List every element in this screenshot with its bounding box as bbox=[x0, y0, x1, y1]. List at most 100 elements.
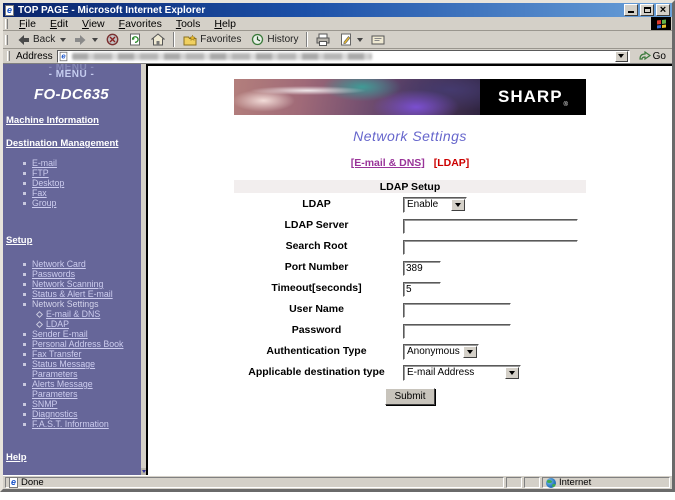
destination-list: E-mail FTP Desktop Fax Group bbox=[6, 158, 137, 208]
applicable-destination-type-value: E-mail Address bbox=[404, 367, 505, 378]
favorites-button[interactable]: Favorites bbox=[178, 32, 246, 48]
status-pane-empty bbox=[506, 477, 522, 488]
favorites-folder-icon bbox=[183, 34, 197, 46]
address-label: Address bbox=[16, 51, 53, 62]
ldap-server-label: LDAP Server bbox=[234, 214, 399, 235]
menubar-grip[interactable] bbox=[5, 19, 8, 29]
close-button[interactable] bbox=[656, 4, 670, 16]
back-button[interactable]: Back bbox=[12, 32, 60, 48]
restore-icon bbox=[644, 7, 651, 13]
timeout-input[interactable] bbox=[403, 282, 441, 297]
refresh-button[interactable] bbox=[124, 32, 146, 48]
menu-tools[interactable]: Tools bbox=[169, 18, 208, 30]
ldap-enable-value: Enable bbox=[404, 199, 451, 210]
menu-help[interactable]: Help bbox=[207, 18, 243, 30]
sharp-banner: SHARP ® bbox=[234, 79, 586, 115]
user-name-input[interactable] bbox=[403, 303, 511, 318]
ldap-setup-section: LDAP Setup LDAP Enable bbox=[234, 180, 586, 405]
home-button[interactable] bbox=[146, 32, 170, 48]
history-button[interactable]: History bbox=[246, 32, 303, 48]
forward-dropdown-icon[interactable] bbox=[92, 38, 98, 42]
sidebar-item-status-alert-email[interactable]: Status & Alert E-mail bbox=[6, 289, 137, 299]
history-clock-icon bbox=[251, 33, 264, 46]
content-area: - MENU - FO-DC635 Machine Information De… bbox=[3, 64, 672, 475]
toolbar: Back Favorites History bbox=[3, 31, 672, 49]
forward-button[interactable] bbox=[69, 32, 92, 48]
select-arrow-button[interactable] bbox=[505, 367, 519, 379]
edit-button[interactable] bbox=[335, 32, 357, 48]
submit-button[interactable]: Submit bbox=[385, 388, 435, 405]
sidebar-item-desktop[interactable]: Desktop bbox=[6, 178, 137, 188]
sidebar-item-email[interactable]: E-mail bbox=[6, 158, 137, 168]
port-number-input[interactable] bbox=[403, 261, 441, 276]
restore-button[interactable] bbox=[640, 4, 654, 16]
toolbar-grip[interactable] bbox=[5, 35, 8, 45]
sidebar-link-destination-management[interactable]: Destination Management bbox=[6, 138, 137, 149]
menu-view[interactable]: View bbox=[75, 18, 112, 30]
minimize-button[interactable] bbox=[624, 4, 638, 16]
forward-arrow-icon bbox=[74, 34, 87, 46]
go-button[interactable]: Go bbox=[636, 51, 669, 62]
sidebar-link-setup[interactable]: Setup bbox=[6, 235, 137, 246]
sidebar-item-alerts-message-parameters[interactable]: Alerts Message Parameters bbox=[6, 379, 137, 399]
chevron-down-icon bbox=[509, 371, 515, 375]
stop-button[interactable] bbox=[101, 32, 124, 48]
sidebar-item-network-card[interactable]: Network Card bbox=[6, 259, 137, 269]
menu-edit[interactable]: Edit bbox=[43, 18, 75, 30]
applicable-destination-type-label: Applicable destination type bbox=[234, 361, 399, 382]
select-arrow-button[interactable] bbox=[463, 346, 477, 358]
go-button-label: Go bbox=[653, 51, 666, 62]
form-row-applicable-destination-type: Applicable destination type E-mail Addre… bbox=[234, 361, 586, 382]
sidebar-item-snmp[interactable]: SNMP bbox=[6, 399, 137, 409]
discuss-button[interactable] bbox=[366, 32, 390, 48]
authentication-type-select[interactable]: Anonymous bbox=[403, 344, 479, 360]
menu-file[interactable]: File bbox=[12, 18, 43, 30]
email-dns-link[interactable]: [E-mail & DNS] bbox=[351, 157, 425, 169]
sidebar-item-ftp[interactable]: FTP bbox=[6, 168, 137, 178]
scroll-down-button[interactable] bbox=[141, 468, 146, 475]
page-title: Network Settings bbox=[148, 128, 672, 144]
sidebar-item-personal-address-book[interactable]: Personal Address Book bbox=[6, 339, 137, 349]
security-zone-pane: Internet bbox=[542, 477, 670, 488]
address-input[interactable] bbox=[57, 50, 630, 63]
ldap-enable-select[interactable]: Enable bbox=[403, 197, 467, 213]
back-dropdown-icon[interactable] bbox=[60, 38, 66, 42]
security-zone-label: Internet bbox=[559, 477, 591, 488]
toolbar-separator bbox=[306, 32, 308, 47]
edit-dropdown-icon[interactable] bbox=[357, 38, 363, 42]
applicable-destination-type-select[interactable]: E-mail Address bbox=[403, 365, 521, 381]
device-model: FO-DC635 bbox=[6, 86, 137, 103]
sidebar-link-help[interactable]: Help bbox=[6, 452, 137, 463]
registered-mark: ® bbox=[564, 102, 568, 108]
sidebar-item-sender-email[interactable]: Sender E-mail bbox=[6, 329, 137, 339]
status-text: Done bbox=[21, 477, 44, 488]
password-input[interactable] bbox=[403, 324, 511, 339]
sidebar-item-group[interactable]: Group bbox=[6, 198, 137, 208]
sidebar-item-diagnostics[interactable]: Diagnostics bbox=[6, 409, 137, 419]
window-title: TOP PAGE - Microsoft Internet Explorer bbox=[18, 5, 624, 16]
sidebar-item-fax-transfer[interactable]: Fax Transfer bbox=[6, 349, 137, 359]
sidebar-item-fax[interactable]: Fax bbox=[6, 188, 137, 198]
form-row-timeout: Timeout[seconds] bbox=[234, 277, 586, 298]
sidebar-item-email-dns[interactable]: E-mail & DNS bbox=[6, 309, 137, 319]
sidebar: - MENU - FO-DC635 Machine Information De… bbox=[3, 64, 141, 475]
sidebar-link-machine-information[interactable]: Machine Information bbox=[6, 115, 137, 126]
print-button[interactable] bbox=[311, 32, 335, 48]
select-arrow-button[interactable] bbox=[451, 199, 465, 211]
search-root-input[interactable] bbox=[403, 240, 578, 255]
addressbar-grip[interactable] bbox=[7, 51, 10, 61]
form-row-password: Password bbox=[234, 319, 586, 340]
sidebar-item-ldap[interactable]: LDAP bbox=[6, 319, 137, 329]
sidebar-item-passwords[interactable]: Passwords bbox=[6, 269, 137, 279]
sidebar-item-fast-information[interactable]: F.A.S.T. Information bbox=[6, 419, 137, 429]
form-row-search-root: Search Root bbox=[234, 235, 586, 256]
ldap-server-input[interactable] bbox=[403, 219, 578, 234]
sidebar-scrollbar[interactable] bbox=[141, 64, 146, 475]
form-row-port-number: Port Number bbox=[234, 256, 586, 277]
menu-favorites[interactable]: Favorites bbox=[112, 18, 169, 30]
status-message-pane: Done bbox=[5, 477, 504, 488]
address-dropdown-button[interactable] bbox=[615, 51, 628, 62]
sidebar-item-status-message-parameters[interactable]: Status Message Parameters bbox=[6, 359, 137, 379]
sidebar-item-network-scanning[interactable]: Network Scanning bbox=[6, 279, 137, 289]
edit-page-icon bbox=[340, 33, 352, 46]
